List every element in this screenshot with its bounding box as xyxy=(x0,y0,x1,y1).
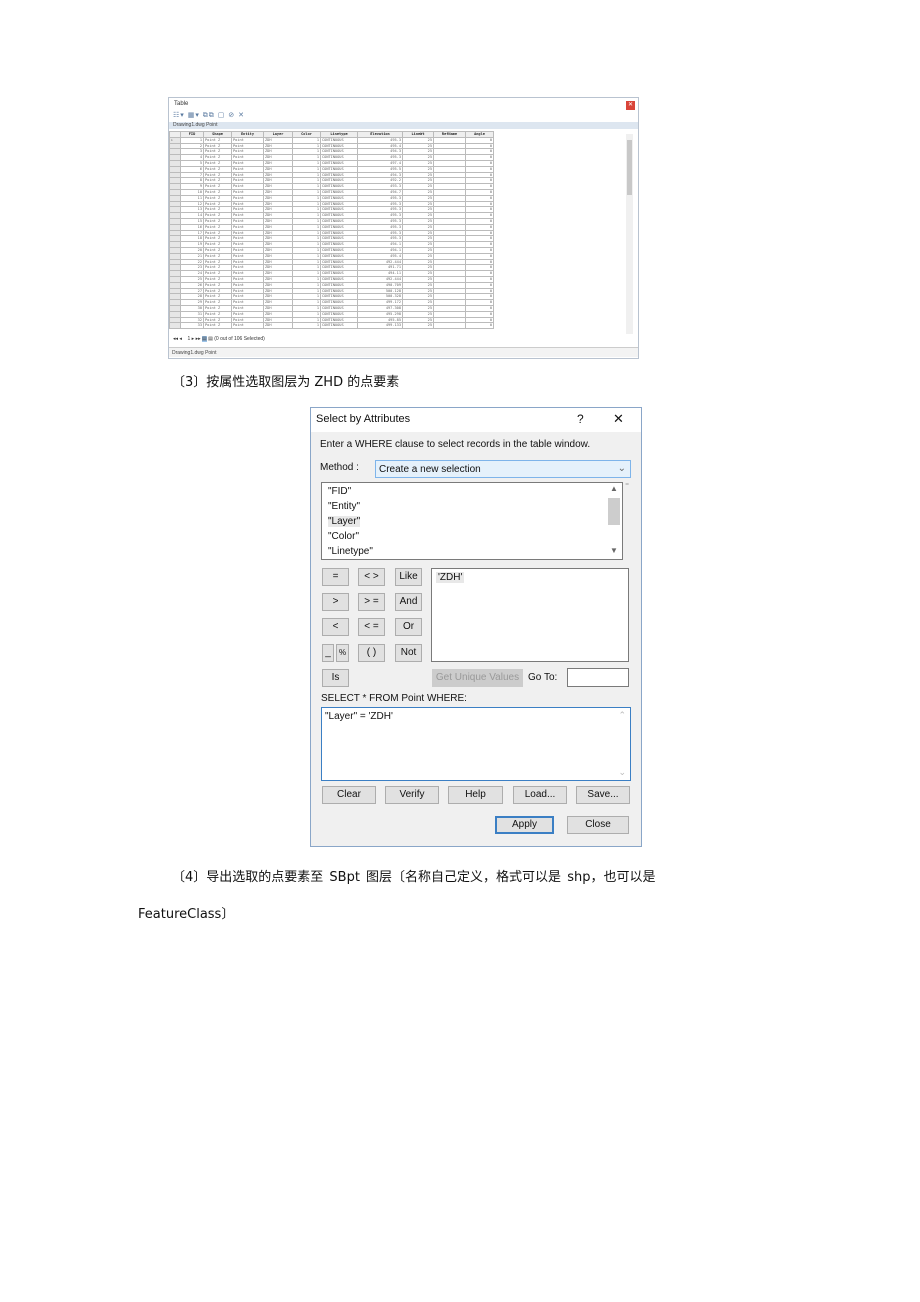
step-3-text: 〔3〕按属性选取图层为 ZHD 的点要素 xyxy=(172,375,400,390)
first-record-icon[interactable]: ◂◂ xyxy=(173,336,178,342)
dialog-title: Select by Attributes xyxy=(316,413,411,425)
vertical-scrollbar[interactable] xyxy=(626,134,633,334)
scroll-up-icon[interactable]: ⌃ xyxy=(618,710,626,721)
method-dropdown[interactable]: Create a new selection ⌄ xyxy=(375,460,631,478)
operator-not-button[interactable]: Not xyxy=(395,644,422,662)
fields-list[interactable]: "FID" "Entity" "Layer" "Color" "Linetype… xyxy=(321,482,623,560)
row-selector[interactable] xyxy=(169,322,181,330)
field-item[interactable]: "Entity" xyxy=(328,501,360,512)
operator-parentheses-button[interactable]: ( ) xyxy=(358,644,385,662)
method-value: Create a new selection xyxy=(379,464,481,475)
operator-or-button[interactable]: Or xyxy=(395,618,422,636)
fields-scrollbar[interactable]: ▲ ▼ xyxy=(607,484,621,558)
goto-label: Go To: xyxy=(528,672,558,683)
next-record-icon[interactable]: ▸ xyxy=(192,336,195,342)
attribute-grid[interactable]: FID Shape Entity Layer Color Linetype Elevatio… xyxy=(169,131,494,330)
operator-less-button[interactable]: < xyxy=(322,618,349,636)
last-record-icon[interactable]: ▸▸ xyxy=(196,336,201,342)
prev-record-icon[interactable]: ◂ xyxy=(179,336,182,342)
help-icon[interactable]: ? xyxy=(577,412,584,426)
operator-and-button[interactable]: And xyxy=(395,593,422,611)
field-item[interactable]: "Linetype" xyxy=(328,546,373,557)
sql-label: SELECT * FROM Point WHERE: xyxy=(321,693,467,704)
save-button[interactable]: Save... xyxy=(576,786,630,804)
selection-status: (0 out of 106 Selected) xyxy=(214,336,265,342)
help-button[interactable]: Help xyxy=(448,786,503,804)
operator-greater-button[interactable]: > xyxy=(322,593,349,611)
unique-values-list[interactable]: 'ZDH' xyxy=(431,568,629,662)
show-all-icon[interactable]: ▤ xyxy=(202,336,207,342)
get-unique-values-button[interactable]: Get Unique Values xyxy=(432,669,523,687)
table-window-title: Table xyxy=(174,101,189,107)
table-cell[interactable]: Point Z xyxy=(203,322,232,330)
field-item-selected[interactable]: "Layer" xyxy=(328,516,361,527)
table-cell[interactable]: Point xyxy=(231,322,264,330)
table-cell[interactable]: 0 xyxy=(465,322,494,330)
table-tab[interactable]: Drawing1.dwg Point xyxy=(169,347,638,357)
operator-less-equal-button[interactable]: < = xyxy=(358,618,385,636)
step-4-text-line-1: 〔4〕导出选取的点要素至 SBpt 图层〔名称自己定义，格式可以是 shp，也可… xyxy=(172,870,656,885)
scroll-down-icon[interactable]: ⌄ xyxy=(618,767,626,778)
table-navigation: ◂◂ ◂ 1 ▸ ▸▸ ▤ ▤ (0 out of 106 Selected) xyxy=(173,336,265,342)
table-cell[interactable]: ZDH xyxy=(263,322,293,330)
clear-button[interactable]: Clear xyxy=(322,786,376,804)
scroll-down-icon[interactable]: ▼ xyxy=(610,546,618,555)
table-cell[interactable]: 1 xyxy=(292,322,321,330)
operator-like-button[interactable]: Like xyxy=(395,568,422,586)
goto-input[interactable] xyxy=(567,668,629,687)
close-icon[interactable]: ✕ xyxy=(626,101,635,110)
table-cell[interactable]: 33 xyxy=(180,322,204,330)
table-cell[interactable]: 499.133 xyxy=(357,322,403,330)
field-item[interactable]: "FID" xyxy=(328,486,351,497)
sql-expression-text: "Layer" = 'ZDH' xyxy=(325,711,393,722)
operator-not-equal-button[interactable]: < > xyxy=(358,568,385,586)
chevron-down-icon: ⌄ xyxy=(617,463,626,474)
unique-value-item[interactable]: 'ZDH' xyxy=(436,572,465,583)
show-selected-icon[interactable]: ▤ xyxy=(208,336,213,342)
table-layer-name: Drawing1.dwg Point xyxy=(169,122,638,129)
operator-underscore-button[interactable]: _ xyxy=(322,644,334,662)
close-button[interactable]: Close xyxy=(567,816,629,834)
step-4-text-line-2: FeatureClass〕 xyxy=(138,907,235,922)
instruction-text: Enter a WHERE clause to select records i… xyxy=(320,439,591,450)
field-item[interactable]: "Color" xyxy=(328,531,359,542)
table-cell[interactable]: CONTINUOUS xyxy=(320,322,358,330)
scroll-up-icon[interactable]: ▲ xyxy=(610,484,618,493)
sql-expression-input[interactable]: "Layer" = 'ZDH' ⌃ ⌄ xyxy=(321,707,631,781)
select-by-attributes-dialog: Select by Attributes ? ✕ Enter a WHERE c… xyxy=(310,407,642,847)
operator-percent-button[interactable]: % xyxy=(336,644,349,662)
method-label: Method : xyxy=(320,462,359,473)
operator-greater-equal-button[interactable]: > = xyxy=(358,593,385,611)
table-cell[interactable] xyxy=(433,322,466,330)
table-toolbar[interactable]: ☷▾ ▦▾ ⧉⧉ ▢ ⊘ ✕ xyxy=(173,111,245,120)
operator-is-button[interactable]: Is xyxy=(322,669,349,687)
operator-equals-button[interactable]: = xyxy=(322,568,349,586)
verify-button[interactable]: Verify xyxy=(385,786,439,804)
scroll-thumb[interactable] xyxy=(627,140,632,195)
attribute-table-window: Table ✕ ☷▾ ▦▾ ⧉⧉ ▢ ⊘ ✕ Drawing1.dwg Poin… xyxy=(168,97,639,359)
apply-button[interactable]: Apply xyxy=(495,816,554,834)
table-cell[interactable]: 25 xyxy=(402,322,434,330)
close-icon[interactable]: ✕ xyxy=(613,411,624,427)
document-page: Table ✕ ☷▾ ▦▾ ⧉⧉ ▢ ⊘ ✕ Drawing1.dwg Poin… xyxy=(0,0,920,1302)
table-row[interactable]: 33 Point Z Point ZDH 1 CONTINUOUS 499.133 25 0 xyxy=(169,322,494,330)
record-position[interactable]: 1 xyxy=(188,336,191,342)
load-button[interactable]: Load... xyxy=(513,786,567,804)
scroll-thumb[interactable] xyxy=(608,498,620,525)
resize-icon: ⁼ xyxy=(625,481,630,490)
